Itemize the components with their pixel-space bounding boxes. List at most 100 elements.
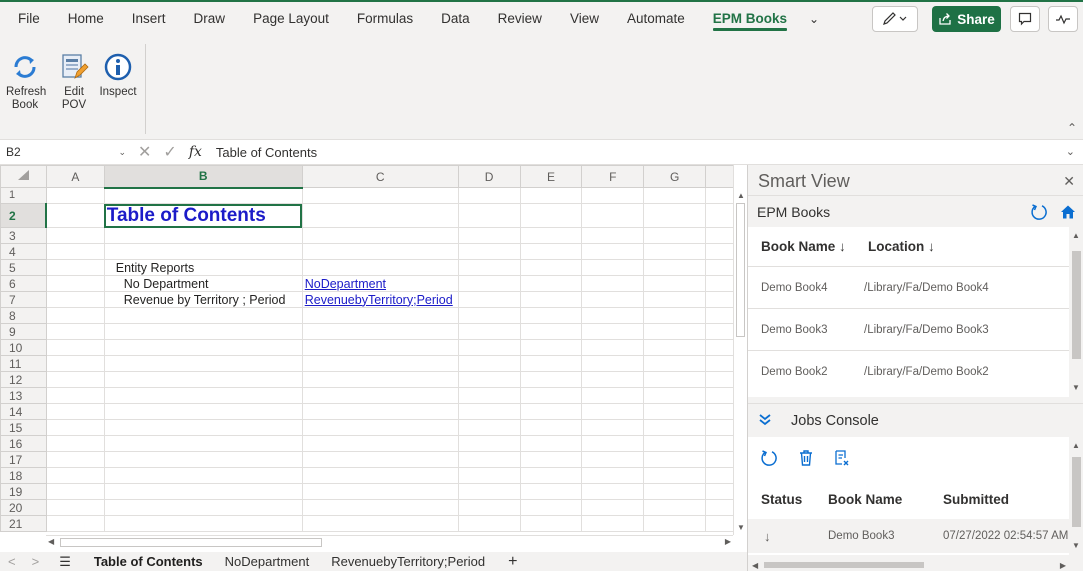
cell[interactable]: [301, 307, 459, 324]
refresh-book-button[interactable]: Refresh Book: [6, 52, 46, 112]
tab-view[interactable]: View: [556, 2, 613, 36]
cancel-formula-icon[interactable]: ✕: [138, 142, 151, 162]
next-sheet-icon[interactable]: >: [24, 554, 48, 569]
edit-pov-button[interactable]: Edit POV: [60, 52, 89, 112]
tab-file[interactable]: File: [0, 2, 54, 36]
cell[interactable]: [301, 203, 459, 228]
jobs-scroll-left-icon[interactable]: ◀: [752, 561, 758, 570]
jobs-scroll-right-icon[interactable]: ▶: [1060, 561, 1066, 570]
row-header[interactable]: 13: [0, 387, 47, 404]
row-header[interactable]: 11: [0, 355, 47, 372]
cell[interactable]: [643, 307, 707, 324]
cell[interactable]: [457, 435, 521, 452]
more-tabs-chevron-icon[interactable]: ⌄: [801, 12, 827, 26]
cell[interactable]: [519, 451, 583, 468]
cell[interactable]: [581, 203, 645, 228]
tab-formulas[interactable]: Formulas: [343, 2, 427, 36]
cell[interactable]: [643, 291, 707, 308]
cell[interactable]: [457, 275, 521, 292]
cell[interactable]: [519, 515, 583, 532]
insert-function-icon[interactable]: fx: [189, 144, 202, 160]
cell[interactable]: [457, 419, 521, 436]
row-header[interactable]: 18: [0, 467, 47, 484]
cell[interactable]: [103, 451, 303, 468]
cell[interactable]: [45, 275, 105, 292]
cell[interactable]: [103, 339, 303, 356]
cell[interactable]: [519, 355, 583, 372]
row-header[interactable]: 10: [0, 339, 47, 356]
horizontal-scroll-thumb[interactable]: [60, 538, 322, 547]
clear-jobs-icon[interactable]: [834, 449, 850, 467]
collapse-chevron-icon[interactable]: [758, 413, 772, 427]
cell[interactable]: [581, 515, 645, 532]
cell[interactable]: [643, 355, 707, 372]
cell[interactable]: [45, 307, 105, 324]
cell[interactable]: [643, 339, 707, 356]
delete-icon[interactable]: [798, 449, 814, 467]
cell[interactable]: [519, 323, 583, 340]
cell[interactable]: [581, 467, 645, 484]
cell[interactable]: [457, 483, 521, 500]
cell[interactable]: [103, 243, 303, 260]
cell[interactable]: [643, 387, 707, 404]
horizontal-scrollbar[interactable]: ◀ ▶: [46, 535, 733, 549]
row-header[interactable]: 2: [0, 203, 48, 228]
row-header[interactable]: 20: [0, 499, 47, 516]
cell[interactable]: [45, 187, 105, 204]
cell[interactable]: [103, 355, 303, 372]
all-sheets-menu-icon[interactable]: ☰: [47, 554, 83, 570]
cell[interactable]: [581, 291, 645, 308]
jobs-horizontal-scrollbar[interactable]: ◀ ▶: [748, 559, 1070, 571]
cell[interactable]: [643, 435, 707, 452]
prev-sheet-icon[interactable]: <: [0, 554, 24, 569]
cell[interactable]: [581, 227, 645, 244]
cell[interactable]: [519, 435, 583, 452]
cell[interactable]: [45, 403, 105, 420]
cell[interactable]: [457, 291, 521, 308]
row-header[interactable]: 12: [0, 371, 47, 388]
books-scroll-thumb[interactable]: [1072, 251, 1081, 359]
cell[interactable]: [301, 435, 459, 452]
activity-button[interactable]: [1048, 6, 1078, 32]
row-header[interactable]: 14: [0, 403, 47, 420]
cell[interactable]: [45, 203, 105, 228]
cell[interactable]: [457, 307, 521, 324]
cell[interactable]: [301, 499, 459, 516]
cell[interactable]: [45, 323, 105, 340]
cell[interactable]: [301, 467, 459, 484]
cell[interactable]: [301, 403, 459, 420]
cell-b2[interactable]: Table of Contents: [103, 203, 303, 228]
cell[interactable]: [519, 187, 583, 204]
table-row[interactable]: Demo Book4 /Library/Fa/Demo Book4: [748, 267, 1070, 309]
cell[interactable]: [103, 371, 303, 388]
cell[interactable]: [519, 371, 583, 388]
home-icon[interactable]: [1060, 204, 1076, 220]
add-sheet-icon[interactable]: +: [496, 553, 529, 571]
tab-automate[interactable]: Automate: [613, 2, 699, 36]
cell[interactable]: [45, 435, 105, 452]
cell[interactable]: [581, 435, 645, 452]
row-header[interactable]: 6: [0, 275, 47, 292]
cell[interactable]: [103, 515, 303, 532]
cell[interactable]: [457, 187, 521, 204]
jobs-scrollbar[interactable]: ▲ ▼: [1069, 437, 1083, 555]
cell[interactable]: [457, 243, 521, 260]
cell[interactable]: [519, 339, 583, 356]
row-header[interactable]: 9: [0, 323, 47, 340]
cell[interactable]: [643, 243, 707, 260]
cell[interactable]: [45, 339, 105, 356]
column-header-status[interactable]: Status: [748, 492, 828, 507]
cell[interactable]: [103, 323, 303, 340]
select-all-corner[interactable]: [0, 165, 47, 188]
cell-b6[interactable]: No Department: [103, 275, 303, 292]
cell[interactable]: [581, 307, 645, 324]
cell[interactable]: [103, 403, 303, 420]
cell[interactable]: [643, 403, 707, 420]
cell[interactable]: [457, 515, 521, 532]
cell[interactable]: [643, 203, 707, 228]
column-header-b[interactable]: B: [103, 165, 303, 189]
cell[interactable]: [301, 483, 459, 500]
jobs-horizontal-thumb[interactable]: [764, 562, 924, 568]
row-header[interactable]: 17: [0, 451, 47, 468]
cell[interactable]: [45, 259, 105, 276]
